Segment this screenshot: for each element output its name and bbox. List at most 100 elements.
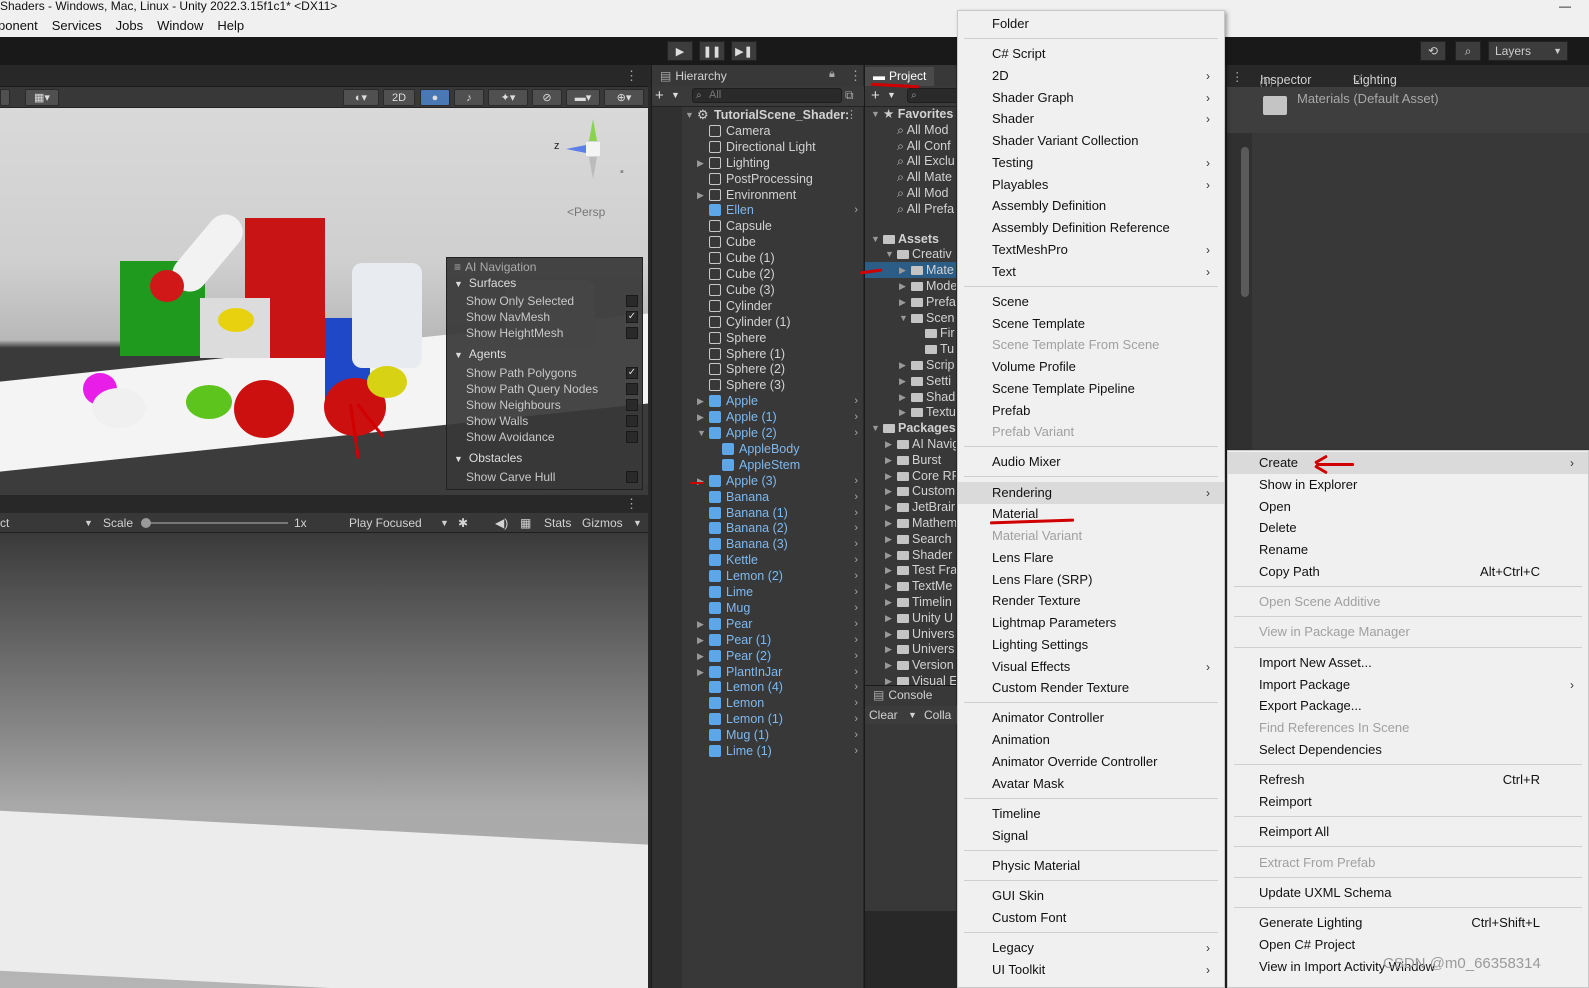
hierarchy-item[interactable]: ▶ Apple (3) ›	[652, 473, 864, 489]
package-row[interactable]: ▶ Core RP	[865, 468, 956, 484]
bug-icon[interactable]: ✱	[458, 516, 468, 530]
menu-item-scene-template[interactable]: Scene Template	[958, 313, 1224, 335]
show-path-polygons-checkbox[interactable]: ✓	[626, 367, 638, 379]
show-only-selected-option[interactable]: Show Only Selected	[447, 293, 644, 309]
chevron-right-icon[interactable]: ›	[854, 711, 858, 727]
package-row[interactable]: ▶ Test Fra	[865, 562, 956, 578]
expand-arrow-icon[interactable]: ▶	[697, 632, 704, 648]
expand-arrow-icon[interactable]: ▶	[885, 641, 892, 657]
collapse-button[interactable]: Colla	[924, 706, 951, 724]
package-row[interactable]: ▶ Univers	[865, 641, 956, 657]
expand-arrow-icon[interactable]: ▶	[697, 648, 704, 664]
tab-hierarchy[interactable]: ▤ Hierarchy	[652, 67, 735, 86]
lock-icon[interactable]: 🔒︎	[829, 68, 835, 81]
expand-arrow-icon[interactable]: ▼	[871, 231, 880, 247]
expand-arrow-icon[interactable]: ▶	[899, 373, 906, 389]
hierarchy-item[interactable]: Cube (3)	[652, 282, 864, 298]
menu-item-prefab[interactable]: Prefab	[958, 400, 1224, 422]
chevron-right-icon[interactable]: ›	[854, 584, 858, 600]
show-only-selected-checkbox[interactable]	[626, 295, 638, 307]
hierarchy-item[interactable]: ▶ Apple ›	[652, 393, 864, 409]
project-folder-row[interactable]: ▶ Prefa	[865, 294, 956, 310]
show-path-query-nodes-option[interactable]: Show Path Query Nodes	[447, 381, 644, 397]
show-carve-hull-checkbox[interactable]	[626, 471, 638, 483]
favorite-search-row[interactable]: ⌕ All Conf	[865, 138, 956, 154]
package-row[interactable]: ▶ Search	[865, 531, 956, 547]
hierarchy-item[interactable]: Mug (1) ›	[652, 727, 864, 743]
expand-arrow-icon[interactable]: ▶	[697, 664, 704, 680]
menu-item-scene[interactable]: Scene	[958, 291, 1224, 313]
chevron-down-icon[interactable]: ▼	[887, 90, 896, 100]
expand-arrow-icon[interactable]: ▶	[885, 483, 892, 499]
expand-arrow-icon[interactable]: ▶	[885, 468, 892, 484]
expand-arrow-icon[interactable]: ▼	[697, 425, 706, 441]
expand-arrow-icon[interactable]: ▶	[697, 187, 704, 203]
hierarchy-item[interactable]: ▶ Pear (1) ›	[652, 632, 864, 648]
gizmos-button[interactable]: Gizmos	[582, 516, 623, 530]
menu-item-assembly-definition[interactable]: Assembly Definition	[958, 195, 1224, 217]
show-avoidance-option[interactable]: Show Avoidance	[447, 429, 644, 445]
menu-item-physic-material[interactable]: Physic Material	[958, 855, 1224, 877]
scene-apple[interactable]	[150, 270, 184, 302]
menu-item-folder[interactable]: Folder	[958, 13, 1224, 35]
expand-arrow-icon[interactable]: ▶	[885, 515, 892, 531]
expand-arrow-icon[interactable]: ▶	[885, 657, 892, 673]
menu-item-copy-path[interactable]: Copy Path Alt+Ctrl+C	[1228, 561, 1588, 583]
show-carve-hull-option[interactable]: Show Carve Hull	[447, 469, 644, 485]
menu-item-lighting-settings[interactable]: Lighting Settings	[958, 634, 1224, 656]
chevron-right-icon[interactable]: ›	[854, 648, 858, 664]
assets-header[interactable]: ▼ Assets	[865, 231, 956, 247]
expand-arrow-icon[interactable]: ▶	[885, 578, 892, 594]
menu-item-ui-toolkit[interactable]: UI Toolkit ›	[958, 959, 1224, 981]
stats-button[interactable]: Stats	[544, 516, 571, 530]
project-folder-row[interactable]: ▶ Shad	[865, 389, 956, 405]
lighting-toggle-icon[interactable]: ●	[420, 89, 450, 106]
menu-window[interactable]: Window	[157, 18, 203, 33]
show-path-query-nodes-checkbox[interactable]	[626, 383, 638, 395]
expand-arrow-icon[interactable]: ▶	[697, 393, 704, 409]
effects-toggle-icon[interactable]: ✦▾	[488, 89, 528, 106]
hierarchy-item[interactable]: Lemon ›	[652, 695, 864, 711]
hierarchy-item[interactable]: PostProcessing	[652, 171, 864, 187]
expand-arrow-icon[interactable]: ▶	[885, 626, 892, 642]
perspective-label[interactable]: <Persp	[567, 205, 605, 219]
game-viewport[interactable]	[0, 533, 648, 988]
history-icon[interactable]: ⟲	[1420, 41, 1446, 61]
menu-item-generate-lighting[interactable]: Generate Lighting Ctrl+Shift+L	[1228, 912, 1588, 934]
gizmos-toggle-icon[interactable]: ⊕▾	[604, 89, 644, 106]
favorite-search-row[interactable]: ⌕ All Exclu	[865, 153, 956, 169]
favorite-search-row[interactable]: ⌕ All Mate	[865, 169, 956, 185]
hierarchy-item[interactable]: Banana (2) ›	[652, 520, 864, 536]
show-neighbours-checkbox[interactable]	[626, 399, 638, 411]
hidden-objects-icon[interactable]: ⊘	[532, 89, 562, 106]
menu-item-avatar-mask[interactable]: Avatar Mask	[958, 773, 1224, 795]
hierarchy-item[interactable]: Banana (3) ›	[652, 536, 864, 552]
menu-item-gui-skin[interactable]: GUI Skin	[958, 885, 1224, 907]
hierarchy-item[interactable]: Capsule	[652, 218, 864, 234]
package-row[interactable]: ▶ Burst	[865, 452, 956, 468]
add-icon[interactable]: +	[655, 87, 664, 104]
menu-item-custom-font[interactable]: Custom Font	[958, 907, 1224, 929]
surfaces-header[interactable]: ▼ Surfaces	[447, 275, 644, 291]
chevron-right-icon[interactable]: ›	[854, 536, 858, 552]
scene-white-sphere[interactable]	[92, 388, 146, 428]
menu-item-testing[interactable]: Testing ›	[958, 152, 1224, 174]
step-button[interactable]: ▶❚	[731, 41, 757, 61]
show-navmesh-option[interactable]: Show NavMesh ✓	[447, 309, 644, 325]
menu-item-volume-profile[interactable]: Volume Profile	[958, 356, 1224, 378]
menu-item-rename[interactable]: Rename	[1228, 539, 1588, 561]
chevron-right-icon[interactable]: ›	[854, 743, 858, 759]
show-avoidance-checkbox[interactable]	[626, 431, 638, 443]
show-walls-checkbox[interactable]	[626, 415, 638, 427]
hierarchy-item[interactable]: Lime ›	[652, 584, 864, 600]
pause-button[interactable]: ❚❚	[699, 41, 725, 61]
menu-item-show-in-explorer[interactable]: Show in Explorer	[1228, 474, 1588, 496]
scrollbar[interactable]	[1241, 147, 1249, 297]
show-heightmesh-checkbox[interactable]	[626, 327, 638, 339]
more-options-icon[interactable]: ⋮	[849, 68, 862, 84]
ai-navigation-title[interactable]: ≡ AI Navigation	[447, 259, 644, 275]
project-folder-row[interactable]: ▶ Mode	[865, 278, 956, 294]
expand-arrow-icon[interactable]: ▶	[899, 404, 906, 420]
menu-item-lens-flare-srp[interactable]: Lens Flare (SRP)	[958, 569, 1224, 591]
draw-mode-icon[interactable]: ◐▾	[343, 89, 379, 106]
